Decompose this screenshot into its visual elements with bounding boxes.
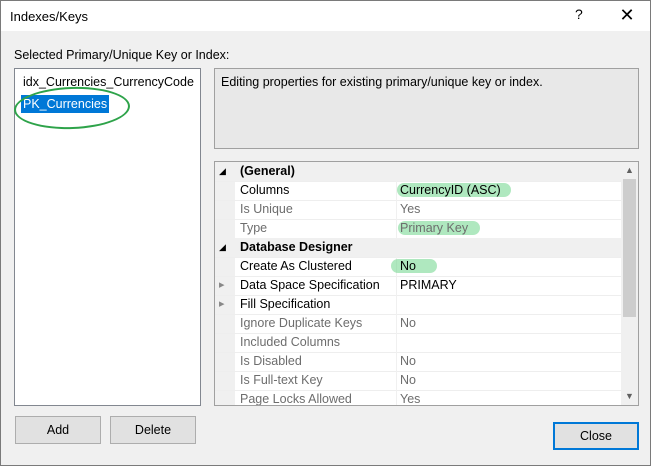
property-row-fill-specification[interactable]: ▸ Fill Specification: [215, 295, 621, 315]
window-title: Indexes/Keys: [10, 9, 89, 24]
category-label: (General): [240, 164, 295, 178]
property-label: Create As Clustered: [240, 259, 352, 273]
property-value[interactable]: No: [400, 259, 416, 273]
add-button[interactable]: Add: [15, 416, 101, 444]
property-row-data-space-specification[interactable]: ▸ Data Space Specification PRIMARY: [215, 276, 621, 296]
property-value[interactable]: PRIMARY: [400, 278, 457, 292]
property-value: No: [400, 354, 416, 368]
description-text: Editing properties for existing primary/…: [221, 75, 543, 89]
collapse-icon[interactable]: ◢: [219, 162, 233, 181]
property-row-columns[interactable]: Columns CurrencyID (ASC): [215, 181, 621, 201]
property-label: Is Unique: [240, 202, 293, 216]
property-value[interactable]: CurrencyID (ASC): [400, 183, 501, 197]
property-label: Is Full-text Key: [240, 373, 323, 387]
property-label: Page Locks Allowed: [240, 392, 352, 406]
property-row-ignore-duplicate-keys[interactable]: Ignore Duplicate Keys No: [215, 314, 621, 334]
property-value: Primary Key: [400, 221, 469, 235]
close-icon[interactable]: ✕: [616, 3, 638, 27]
property-row-is-disabled[interactable]: Is Disabled No: [215, 352, 621, 372]
property-row-is-full-text-key[interactable]: Is Full-text Key No: [215, 371, 621, 391]
title-bar: Indexes/Keys ? ✕: [1, 1, 650, 31]
close-button[interactable]: Close: [553, 422, 639, 450]
vertical-scrollbar[interactable]: ▲ ▼: [621, 162, 638, 405]
property-label: Columns: [240, 183, 290, 197]
property-value: Yes: [400, 392, 421, 406]
help-button[interactable]: ?: [575, 6, 583, 22]
description-box: Editing properties for existing primary/…: [214, 68, 639, 149]
property-label: Type: [240, 221, 268, 235]
property-label: Ignore Duplicate Keys: [240, 316, 363, 330]
indexes-keys-dialog: Indexes/Keys ? ✕ Selected Primary/Unique…: [0, 0, 651, 466]
property-label: Data Space Specification: [240, 278, 380, 292]
scroll-thumb[interactable]: [623, 179, 636, 317]
property-row-is-unique[interactable]: Is Unique Yes: [215, 200, 621, 220]
property-row-create-as-clustered[interactable]: Create As Clustered No: [215, 257, 621, 277]
property-grid[interactable]: ◢ (General) Columns CurrencyID (ASC) Is …: [214, 161, 639, 406]
category-general[interactable]: ◢ (General): [215, 162, 621, 182]
key-item-idx-currencies-currencycode[interactable]: idx_Currencies_CurrencyCode: [21, 73, 196, 91]
category-label: Database Designer: [240, 240, 353, 254]
scroll-down-icon[interactable]: ▼: [621, 388, 638, 405]
property-value: Yes: [400, 202, 421, 216]
property-row-type[interactable]: Type Primary Key: [215, 219, 621, 239]
property-row-included-columns[interactable]: Included Columns: [215, 333, 621, 353]
property-value: No: [400, 316, 416, 330]
expand-icon[interactable]: ▸: [219, 295, 233, 314]
scroll-up-icon[interactable]: ▲: [621, 162, 638, 179]
property-row-page-locks-allowed[interactable]: Page Locks Allowed Yes: [215, 390, 621, 406]
collapse-icon[interactable]: ◢: [219, 238, 233, 257]
property-label: Fill Specification: [240, 297, 331, 311]
property-label: Is Disabled: [240, 354, 302, 368]
property-label: Included Columns: [240, 335, 341, 349]
expand-icon[interactable]: ▸: [219, 276, 233, 295]
selected-key-label: Selected Primary/Unique Key or Index:: [14, 48, 230, 62]
property-value: No: [400, 373, 416, 387]
category-database-designer[interactable]: ◢ Database Designer: [215, 238, 621, 258]
delete-button[interactable]: Delete: [110, 416, 196, 444]
